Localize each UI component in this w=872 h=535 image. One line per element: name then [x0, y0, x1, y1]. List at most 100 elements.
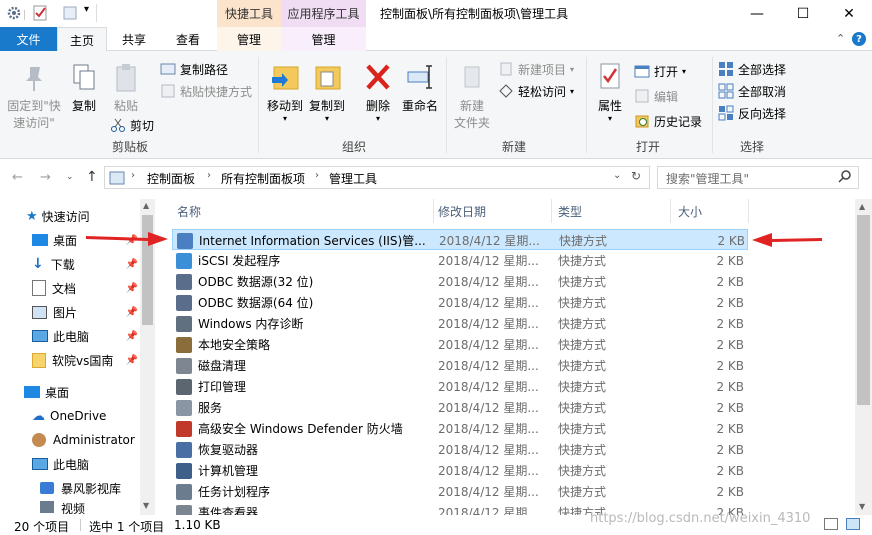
move-to-button[interactable]: 移动到 ▾ — [264, 61, 306, 123]
nav-item-downloads[interactable]: ↓ 下载 📌 — [32, 252, 138, 276]
file-row[interactable]: 本地安全策略 2018/4/12 星期... 快捷方式 2 KB — [172, 334, 748, 355]
new-folder-qat-icon[interactable] — [62, 5, 78, 21]
select-all-button[interactable]: 全部选择 — [718, 59, 786, 79]
tab-file[interactable]: 文件 — [0, 27, 57, 51]
breadcrumb-control-panel[interactable]: 控制面板 — [147, 170, 195, 187]
nav-item-folder-ruanyuan[interactable]: 软院vs国南 📌 — [32, 348, 138, 372]
copy-path-button[interactable]: 复制路径 — [160, 59, 228, 79]
search-icon[interactable] — [838, 169, 852, 183]
search-box[interactable]: 搜索"管理工具" — [657, 166, 859, 189]
tab-manage-app[interactable]: 管理 — [281, 27, 366, 51]
settings-gear-icon[interactable] — [6, 5, 22, 21]
collapse-ribbon-icon[interactable]: ⌃ — [836, 32, 845, 45]
tab-share[interactable]: 共享 — [109, 27, 159, 51]
nav-onedrive[interactable]: ☁ OneDrive — [32, 404, 106, 428]
breadcrumb-all-items[interactable]: 所有控制面板项 — [221, 170, 305, 187]
history-button[interactable]: 历史记录 — [634, 111, 702, 131]
tab-home[interactable]: 主页 — [57, 27, 107, 52]
breadcrumb-admin-tools[interactable]: 管理工具 — [329, 170, 377, 187]
new-item-button[interactable]: 新建项目 ▾ — [498, 59, 574, 79]
file-row[interactable]: 计算机管理 2018/4/12 星期... 快捷方式 2 KB — [172, 460, 748, 481]
recent-locations-icon[interactable]: ⌄ — [66, 172, 74, 182]
list-scroll-thumb[interactable] — [857, 215, 870, 405]
tab-view[interactable]: 查看 — [162, 27, 214, 51]
details-view-icon[interactable] — [824, 518, 838, 530]
paste-shortcut-button[interactable]: 粘贴快捷方式 — [160, 81, 252, 101]
delete-button[interactable]: 删除 ▾ — [360, 61, 396, 123]
column-header-type[interactable]: 类型 — [558, 199, 670, 223]
file-row[interactable]: 打印管理 2018/4/12 星期... 快捷方式 2 KB — [172, 376, 748, 397]
column-header-date[interactable]: 修改日期 — [438, 199, 550, 223]
properties-check-icon[interactable] — [32, 5, 50, 21]
copy-button[interactable]: 复制 — [66, 63, 102, 115]
open-icon — [634, 63, 650, 79]
nav-videos[interactable]: 视频 — [40, 498, 85, 514]
file-row[interactable]: Internet Information Services (IIS)管... 2… — [172, 229, 748, 250]
scroll-down-icon[interactable]: ▼ — [859, 502, 865, 511]
address-bar[interactable]: › 控制面板 › 所有控制面板项 › 管理工具 ⌄ ↻ — [104, 166, 650, 189]
open-button[interactable]: 打开 ▾ — [634, 61, 686, 81]
scroll-down-icon[interactable]: ▼ — [143, 501, 149, 510]
pin-icon[interactable]: 📌 — [126, 283, 138, 294]
file-name-cell: ODBC 数据源(32 位) — [176, 271, 426, 292]
file-row[interactable]: 磁盘清理 2018/4/12 星期... 快捷方式 2 KB — [172, 355, 748, 376]
paste-button[interactable]: 粘贴 — [108, 63, 144, 115]
column-header-name[interactable]: 名称 — [177, 199, 433, 223]
file-row[interactable]: iSCSI 发起程序 2018/4/12 星期... 快捷方式 2 KB — [172, 250, 748, 271]
select-all-icon — [718, 61, 734, 77]
easy-access-button[interactable]: 轻松访问 ▾ — [498, 81, 574, 101]
file-row[interactable]: Windows 内存诊断 2018/4/12 星期... 快捷方式 2 KB — [172, 313, 748, 334]
forward-arrow-icon[interactable]: → — [40, 170, 51, 185]
up-arrow-icon[interactable]: ↑ — [86, 169, 98, 185]
nav-quick-access[interactable]: ★ 快速访问 — [26, 204, 90, 228]
copy-icon — [70, 63, 98, 98]
minimize-button[interactable]: — — [734, 0, 780, 27]
invert-selection-button[interactable]: 反向选择 — [718, 103, 786, 123]
nav-item-documents[interactable]: 文档 📌 — [32, 276, 138, 300]
edit-button[interactable]: 编辑 — [634, 86, 678, 106]
file-row[interactable]: 恢复驱动器 2018/4/12 星期... 快捷方式 2 KB — [172, 439, 748, 460]
select-none-button[interactable]: 全部取消 — [718, 81, 786, 101]
address-dropdown-icon[interactable]: ⌄ — [613, 170, 621, 181]
file-row[interactable]: ODBC 数据源(64 位) 2018/4/12 星期... 快捷方式 2 KB — [172, 292, 748, 313]
column-header-size[interactable]: 大小 — [678, 199, 748, 223]
rename-button[interactable]: 重命名 — [400, 61, 440, 115]
pin-icon[interactable]: 📌 — [126, 259, 138, 270]
pin-icon[interactable]: 📌 — [126, 307, 138, 318]
pin-icon[interactable]: 📌 — [126, 355, 138, 366]
nav-this-pc[interactable]: 此电脑 — [32, 452, 89, 476]
cut-button[interactable]: 剪切 — [110, 115, 154, 135]
pin-icon[interactable]: 📌 — [126, 331, 138, 342]
column-divider — [433, 199, 434, 223]
close-button[interactable]: ✕ — [826, 0, 872, 27]
breadcrumb-chevron-icon[interactable]: › — [315, 170, 319, 181]
copy-to-button[interactable]: 复制到 ▾ — [306, 61, 348, 123]
file-row[interactable]: 任务计划程序 2018/4/12 星期... 快捷方式 2 KB — [172, 481, 748, 502]
scroll-up-icon[interactable]: ▲ — [143, 201, 149, 210]
refresh-icon[interactable]: ↻ — [631, 169, 641, 183]
breadcrumb-chevron-icon[interactable]: › — [131, 170, 135, 181]
nav-desktop[interactable]: 桌面 — [24, 380, 69, 404]
help-icon[interactable]: ? — [852, 32, 866, 46]
file-row[interactable]: 服务 2018/4/12 星期... 快捷方式 2 KB — [172, 397, 748, 418]
new-folder-button[interactable]: 新建 文件夹 — [452, 61, 492, 132]
nav-item-pictures[interactable]: 图片 📌 — [32, 300, 138, 324]
edit-icon — [634, 88, 650, 104]
breadcrumb-chevron-icon[interactable]: › — [207, 170, 211, 181]
nav-storm-library[interactable]: 暴风影视库 — [40, 476, 121, 500]
scroll-up-icon[interactable]: ▲ — [859, 202, 865, 211]
large-icons-view-icon[interactable] — [846, 518, 860, 530]
qat-dropdown-icon[interactable]: ▾ — [84, 4, 89, 15]
tab-manage-shortcut[interactable]: 管理 — [217, 27, 281, 51]
pin-quick-access-button[interactable]: 固定到"快 速访问" — [4, 63, 64, 132]
file-type: 快捷方式 — [558, 254, 607, 268]
back-arrow-icon[interactable]: ← — [12, 170, 23, 185]
list-scrollbar[interactable]: ▲ ▼ — [855, 199, 872, 515]
properties-button[interactable]: 属性 ▾ — [592, 61, 628, 123]
file-row[interactable]: 高级安全 Windows Defender 防火墙 2018/4/12 星期...… — [172, 418, 748, 439]
file-row[interactable]: ODBC 数据源(32 位) 2018/4/12 星期... 快捷方式 2 KB — [172, 271, 748, 292]
nav-item-this-pc-pinned[interactable]: 此电脑 📌 — [32, 324, 138, 348]
nav-administrator[interactable]: Administrator — [32, 428, 135, 452]
maximize-button[interactable]: ☐ — [780, 0, 826, 27]
address-row: ← → ⌄ ↑ › 控制面板 › 所有控制面板项 › 管理工具 ⌄ ↻ 搜索"管… — [0, 160, 872, 197]
